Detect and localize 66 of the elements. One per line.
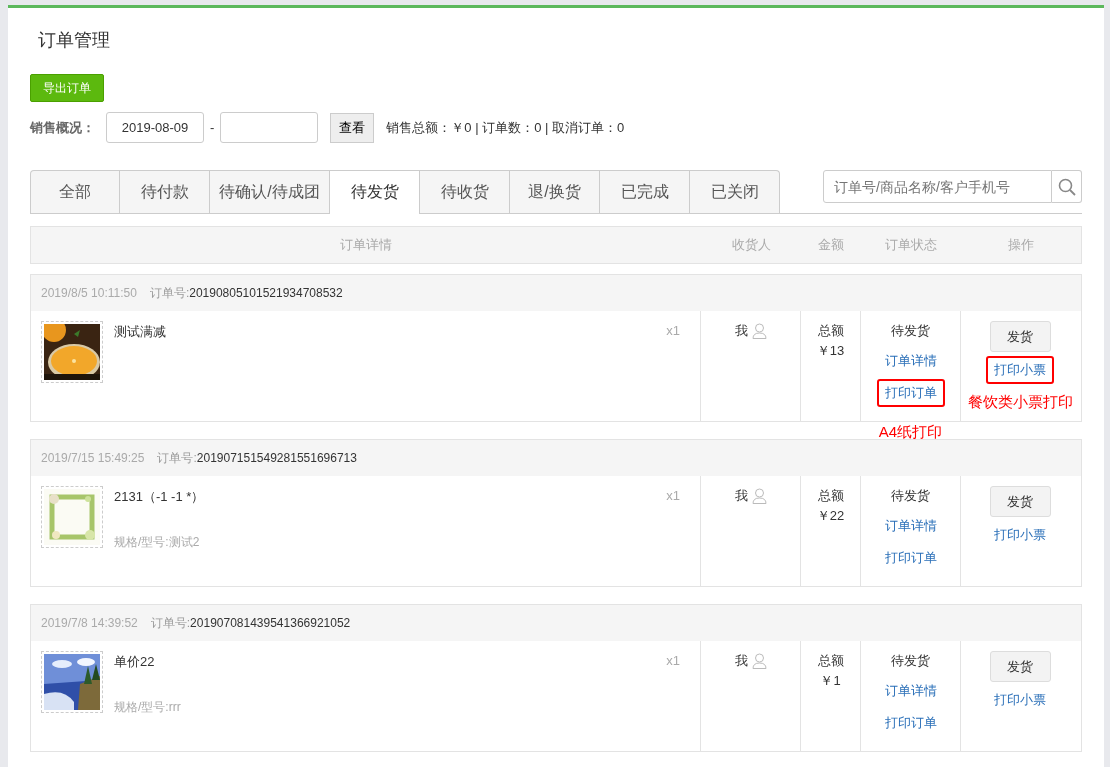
page-title: 订单管理	[38, 29, 111, 52]
end-date-field[interactable]	[220, 112, 319, 143]
amount-label: 总额	[817, 487, 844, 505]
user-icon	[751, 323, 767, 339]
print-ticket-link[interactable]: 打印小票	[986, 686, 1054, 714]
ship-button[interactable]: 发货	[989, 486, 1051, 517]
quantity: x1	[666, 488, 680, 505]
search-field[interactable]: 订单号/商品名称/客户手机号	[823, 170, 1052, 203]
search-button[interactable]	[1052, 170, 1082, 203]
order-detail-link[interactable]: 订单详情	[876, 677, 945, 705]
order-time: 2019/7/8 14:39:52	[41, 616, 138, 630]
print-order-link[interactable]: 打印订单	[876, 544, 945, 572]
status-tab[interactable]: 已关闭	[690, 170, 780, 213]
annotation-note: 餐饮类小票打印	[967, 393, 1073, 412]
order-status: 待发货	[891, 652, 930, 670]
product-name: 单价22	[114, 653, 156, 671]
column-header: 操作	[1008, 236, 1034, 254]
order-time: 2019/7/15 15:49:25	[41, 451, 145, 465]
amount-value: ￥22	[816, 507, 845, 525]
order-number: 订单号:201907081439541366921052	[150, 614, 351, 632]
order-number: 订单号:201907151549281551696713	[157, 449, 357, 467]
annotation-note: A4纸打印	[878, 423, 943, 442]
search-icon	[1057, 177, 1076, 196]
status-tab[interactable]: 待收货	[420, 170, 510, 213]
receiver-name: 我	[734, 487, 748, 505]
user-icon	[751, 488, 767, 504]
quantity: x1	[666, 323, 680, 340]
column-header: 金额	[818, 236, 844, 254]
status-tab[interactable]: 待确认/待成团	[210, 170, 330, 213]
amount-value: ￥13	[816, 342, 845, 360]
user-icon	[751, 653, 767, 669]
ship-button[interactable]: 发货	[989, 651, 1051, 682]
amount-label: 总额	[817, 322, 844, 340]
column-header: 订单状态	[885, 236, 937, 254]
product-spec: 规格/型号:rrr	[114, 699, 182, 716]
status-tab[interactable]: 待发货	[330, 170, 420, 214]
column-header: 收货人	[731, 236, 771, 254]
status-tab[interactable]: 全部	[30, 170, 120, 213]
status-tab[interactable]: 待付款	[120, 170, 210, 213]
ship-button[interactable]: 发货	[989, 321, 1051, 352]
product-spec: 规格/型号:测试2	[114, 534, 201, 551]
print-ticket-link[interactable]: 打印小票	[986, 521, 1054, 549]
quantity: x1	[666, 653, 680, 670]
status-tab[interactable]: 已完成	[600, 170, 690, 213]
product-name: 测试满减	[114, 323, 167, 341]
start-date-field[interactable]: 2019-08-09	[106, 112, 204, 143]
order-status: 待发货	[891, 322, 930, 340]
sales-overview-label: 销售概况：	[30, 118, 95, 137]
print-order-link[interactable]: 打印订单	[876, 709, 945, 737]
order-number: 订单号:20190805101521934708532	[149, 284, 343, 302]
product-name: 2131（-1 -1 *）	[114, 488, 206, 506]
order-status: 待发货	[891, 487, 930, 505]
status-tab[interactable]: 退/换货	[510, 170, 600, 213]
order-detail-link[interactable]: 订单详情	[876, 512, 945, 540]
column-header: 订单详情	[340, 236, 392, 254]
sales-summary: 销售总额：￥0 | 订单数：0 | 取消订单：0	[386, 118, 625, 137]
view-button[interactable]: 查看	[330, 112, 375, 143]
amount-label: 总额	[817, 652, 844, 670]
print-order-link[interactable]: 打印订单	[876, 379, 945, 407]
amount-value: ￥1	[820, 672, 841, 690]
print-ticket-link[interactable]: 打印小票	[986, 356, 1054, 384]
receiver-name: 我	[734, 652, 748, 670]
order-detail-link[interactable]: 订单详情	[876, 347, 945, 375]
date-separator: -	[210, 120, 215, 135]
receiver-name: 我	[734, 322, 748, 340]
order-time: 2019/8/5 10:11:50	[41, 286, 137, 300]
